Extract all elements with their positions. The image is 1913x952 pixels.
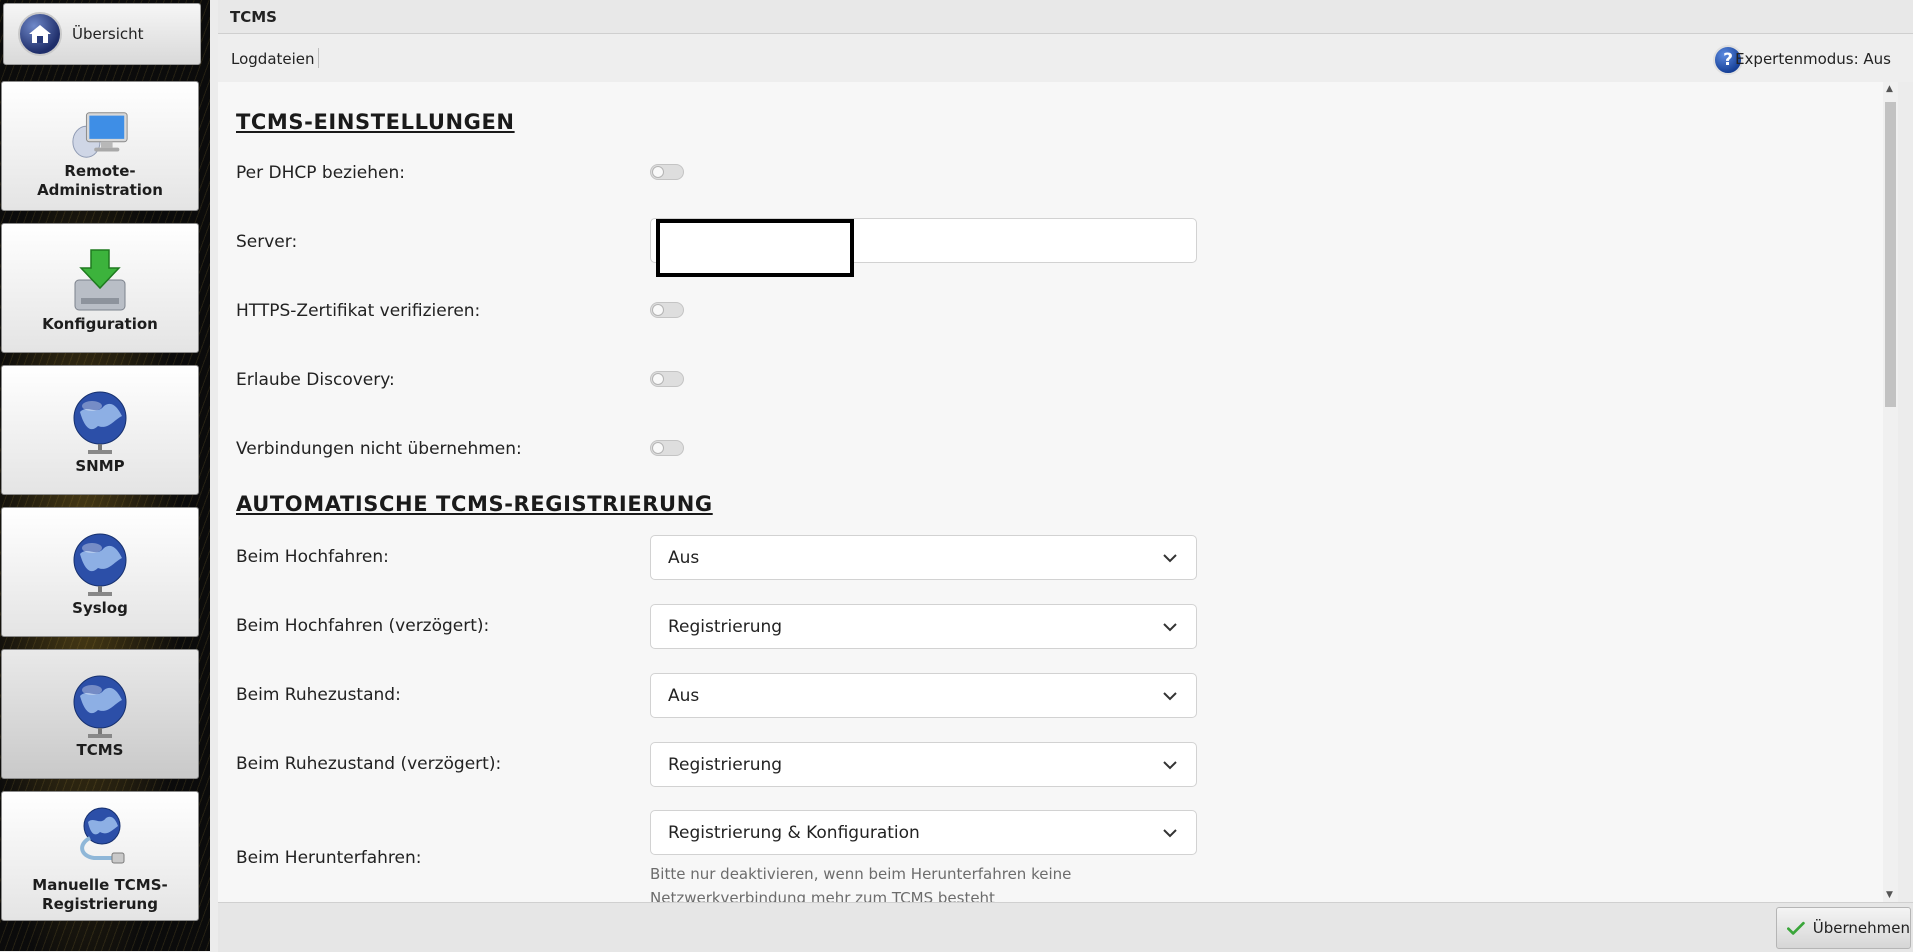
help-icon-glyph: ?	[1723, 50, 1733, 70]
globe-cable-icon	[69, 804, 131, 866]
dhcp-toggle[interactable]	[650, 164, 684, 180]
monitor-network-icon	[69, 108, 131, 162]
title-bar: TCMS	[218, 0, 1913, 34]
settings-panel: TCMS-EINSTELLUNGEN Per DHCP beziehen: Se…	[218, 82, 1898, 902]
standby-delayed-label: Beim Ruhezustand (verzögert):	[236, 754, 502, 774]
shutdown-select[interactable]: Registrierung & Konfiguration	[650, 810, 1197, 855]
select-value: Aus	[668, 548, 700, 568]
select-value: Registrierung & Konfiguration	[668, 823, 920, 843]
toggle-knob	[652, 166, 664, 178]
toggle-knob	[652, 304, 664, 316]
chevron-down-icon	[1163, 761, 1177, 770]
download-drive-icon	[69, 249, 131, 312]
sidebar-item-label: TCMS	[76, 741, 124, 759]
sidebar: Übersicht Remote-Administration Konfigur…	[0, 0, 210, 951]
scroll-down-icon[interactable]: ▼	[1886, 890, 1893, 900]
discovery-label: Erlaube Discovery:	[236, 370, 395, 390]
logs-link[interactable]: Logdateien	[231, 50, 315, 68]
scroll-up-icon[interactable]: ▲	[1886, 84, 1893, 94]
connections-label: Verbindungen nicht übernehmen:	[236, 439, 522, 459]
startup-label: Beim Hochfahren:	[236, 547, 389, 567]
chevron-down-icon	[1163, 829, 1177, 838]
sidebar-item-label: Manuelle TCMS-Registrierung	[32, 876, 168, 913]
globe-network-icon	[69, 533, 131, 596]
home-icon	[18, 12, 62, 56]
chevron-down-icon	[1163, 623, 1177, 632]
dhcp-label: Per DHCP beziehen:	[236, 163, 405, 183]
globe-network-icon	[69, 391, 131, 454]
server-label: Server:	[236, 232, 298, 252]
https-verify-label: HTTPS-Zertifikat verifizieren:	[236, 301, 481, 321]
https-verify-toggle[interactable]	[650, 302, 684, 318]
vertical-scrollbar[interactable]: ▲ ▼	[1883, 82, 1898, 902]
overview-label: Übersicht	[72, 25, 144, 43]
sidebar-item-configuration[interactable]: Konfiguration	[1, 223, 199, 353]
chevron-down-icon	[1163, 554, 1177, 563]
sidebar-item-manual-tcms-registration[interactable]: Manuelle TCMS-Registrierung	[1, 791, 199, 921]
apply-label: Übernehmen	[1812, 919, 1910, 937]
sidebar-item-syslog[interactable]: Syslog	[1, 507, 199, 637]
overview-button[interactable]: Übersicht	[3, 3, 201, 65]
sidebar-item-snmp[interactable]: SNMP	[1, 365, 199, 495]
standby-label: Beim Ruhezustand:	[236, 685, 401, 705]
sidebar-item-label: Remote-Administration	[37, 162, 163, 199]
startup-delayed-select[interactable]: Registrierung	[650, 604, 1197, 649]
checkmark-icon	[1787, 921, 1805, 935]
apply-button[interactable]: Übernehmen	[1776, 907, 1911, 949]
toolbar-divider	[318, 48, 319, 68]
select-value: Aus	[668, 686, 700, 706]
discovery-toggle[interactable]	[650, 371, 684, 387]
toggle-knob	[652, 442, 664, 454]
toolbar: Logdateien ? Expertenmodus: Aus	[218, 34, 1913, 82]
sidebar-item-tcms[interactable]: TCMS	[1, 649, 199, 779]
startup-select[interactable]: Aus	[650, 535, 1197, 580]
section-title-tcms-settings: TCMS-EINSTELLUNGEN	[236, 110, 515, 134]
standby-delayed-select[interactable]: Registrierung	[650, 742, 1197, 787]
expert-mode-toggle[interactable]: Expertenmodus: Aus	[1735, 50, 1891, 68]
scrollbar-thumb[interactable]	[1885, 102, 1896, 407]
startup-delayed-label: Beim Hochfahren (verzögert):	[236, 616, 490, 636]
redacted-box	[656, 219, 854, 277]
page-title: TCMS	[230, 8, 277, 26]
toggle-knob	[652, 373, 664, 385]
sidebar-item-label: Syslog	[72, 599, 128, 617]
sidebar-item-label: Konfiguration	[42, 315, 158, 333]
standby-select[interactable]: Aus	[650, 673, 1197, 718]
shutdown-hint: Bitte nur deaktivieren, wenn beim Herunt…	[650, 865, 1072, 902]
sidebar-item-label: SNMP	[75, 457, 125, 475]
select-value: Registrierung	[668, 617, 783, 637]
sidebar-item-remote-administration[interactable]: Remote-Administration	[1, 81, 199, 211]
connections-toggle[interactable]	[650, 440, 684, 456]
section-title-auto-registration: AUTOMATISCHE TCMS-REGISTRIERUNG	[236, 492, 713, 516]
shutdown-label: Beim Herunterfahren:	[236, 848, 422, 868]
footer-bar: Übernehmen	[218, 902, 1913, 952]
chevron-down-icon	[1163, 692, 1177, 701]
select-value: Registrierung	[668, 755, 783, 775]
globe-network-icon	[69, 675, 131, 738]
